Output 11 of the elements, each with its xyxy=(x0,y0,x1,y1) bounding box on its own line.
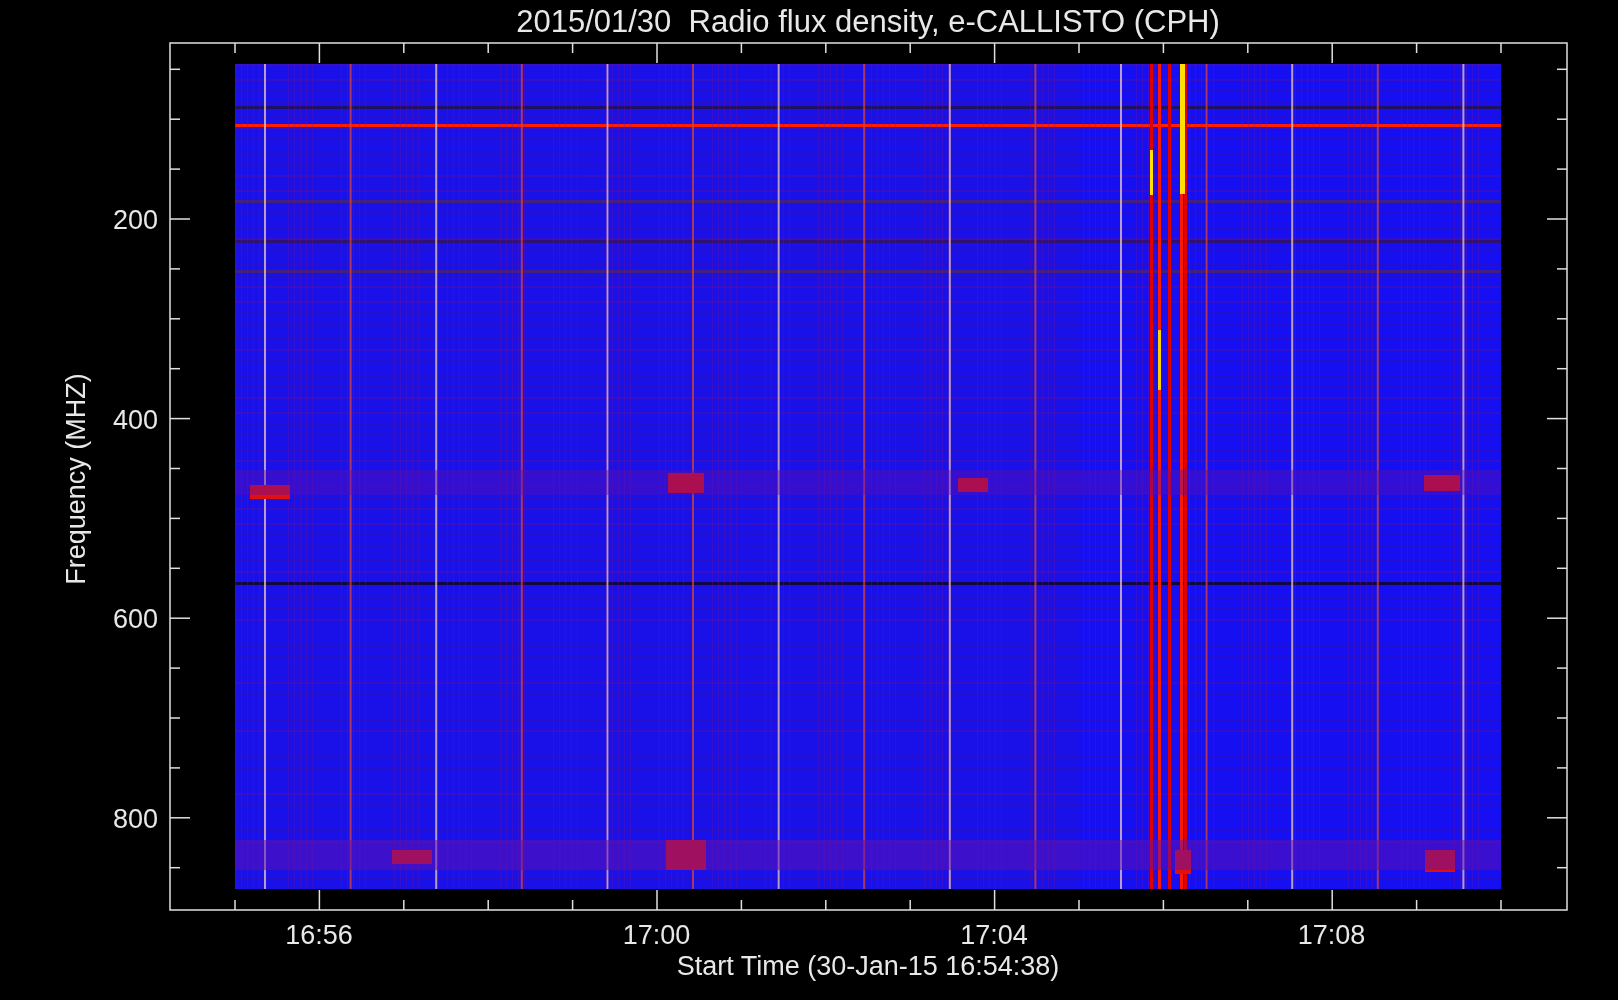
chart-title: 2015/01/30 Radio flux density, e-CALLISTO (CPH) xyxy=(516,4,1220,39)
x-tick-label: 17:00 xyxy=(622,920,691,950)
x-tick-label: 16:56 xyxy=(285,920,353,950)
y-tick-label: 800 xyxy=(112,803,158,834)
y-tick-label: 600 xyxy=(112,604,158,635)
x-axis-label: Start Time (30-Jan-15 16:54:38) xyxy=(676,951,1060,981)
x-tick-label: 17:08 xyxy=(1297,920,1366,950)
y-tick-label: 400 xyxy=(112,404,158,435)
y-axis-label: Frequency (MHZ) xyxy=(61,373,91,585)
y-tick-label: 200 xyxy=(112,205,158,235)
x-tick-label: 17:04 xyxy=(960,920,1028,950)
